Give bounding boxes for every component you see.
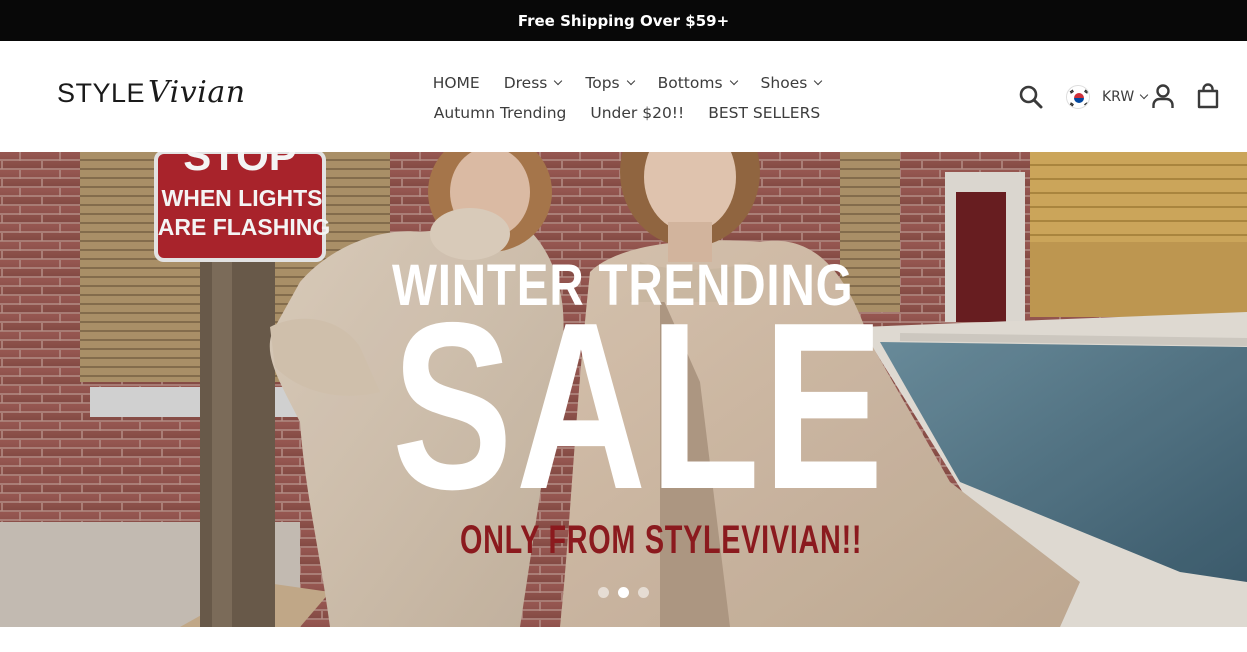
chevron-down-icon — [1139, 90, 1149, 100]
announcement-text: Free Shipping Over $59+ — [517, 11, 730, 30]
nav-item-dress[interactable]: Dress — [492, 74, 574, 92]
hero-sale-text: SALE — [392, 274, 887, 539]
nav-item-home[interactable]: HOME — [421, 74, 492, 92]
chevron-down-icon — [626, 76, 635, 86]
nav-row-primary: HOME Dress Tops Bottoms Shoes — [390, 68, 864, 98]
currency-selector[interactable]: KRW — [1066, 85, 1149, 109]
nav-label-shoes: Shoes — [760, 74, 808, 92]
logo-text-vivian: Vivian — [148, 75, 246, 110]
nav-label-best-sellers: BEST SELLERS — [708, 104, 821, 122]
chevron-down-icon — [814, 76, 823, 86]
hero-subtext: ONLY FROM STYLEVIVIAN!! — [460, 518, 863, 562]
shopping-bag-icon[interactable] — [1196, 83, 1220, 109]
sign-text-line3: ARE FLASHING — [158, 214, 331, 240]
nav-row-secondary: Autumn Trending Under $20!! BEST SELLERS — [390, 98, 864, 128]
south-korea-flag-icon — [1066, 85, 1090, 109]
logo-text-style: STYLE — [57, 78, 146, 108]
slide-dot-1[interactable] — [598, 587, 609, 598]
chevron-down-icon — [729, 76, 738, 86]
announcement-bar: Free Shipping Over $59+ — [0, 0, 1247, 41]
nav-item-autumn-trending[interactable]: Autumn Trending — [422, 104, 579, 122]
user-icon[interactable] — [1151, 83, 1175, 109]
nav-item-best-sellers[interactable]: BEST SELLERS — [696, 104, 832, 122]
nav-label-home: HOME — [432, 74, 480, 92]
slide-dot-3[interactable] — [638, 587, 649, 598]
chevron-down-icon — [554, 76, 563, 86]
nav-label-tops: Tops — [585, 74, 620, 92]
slideshow-dots — [598, 587, 649, 598]
currency-code: KRW — [1102, 89, 1135, 105]
store-logo[interactable]: STYLE Vivian — [57, 75, 246, 110]
nav-item-under-20[interactable]: Under $20!! — [578, 104, 696, 122]
nav-item-tops[interactable]: Tops — [573, 74, 645, 92]
nav-label-under-20: Under $20!! — [590, 104, 685, 122]
nav-label-bottoms: Bottoms — [657, 74, 723, 92]
nav-item-bottoms[interactable]: Bottoms — [646, 74, 749, 92]
nav-label-dress: Dress — [503, 74, 548, 92]
main-navigation: HOME Dress Tops Bottoms Shoes Autumn Tre… — [390, 68, 864, 128]
sign-text-stop: STOP — [183, 152, 297, 179]
nav-item-shoes[interactable]: Shoes — [749, 74, 834, 92]
hero-banner[interactable]: STOP WHEN LIGHTS ARE FLASHING WINTER TRE… — [0, 152, 1247, 627]
site-header: STYLE Vivian HOME Dress Tops Bottoms Sho… — [0, 41, 1247, 152]
nav-label-autumn-trending: Autumn Trending — [433, 104, 567, 122]
slide-dot-2[interactable] — [618, 587, 629, 598]
sign-text-line2: WHEN LIGHTS — [162, 185, 323, 211]
search-icon[interactable] — [1018, 84, 1044, 110]
